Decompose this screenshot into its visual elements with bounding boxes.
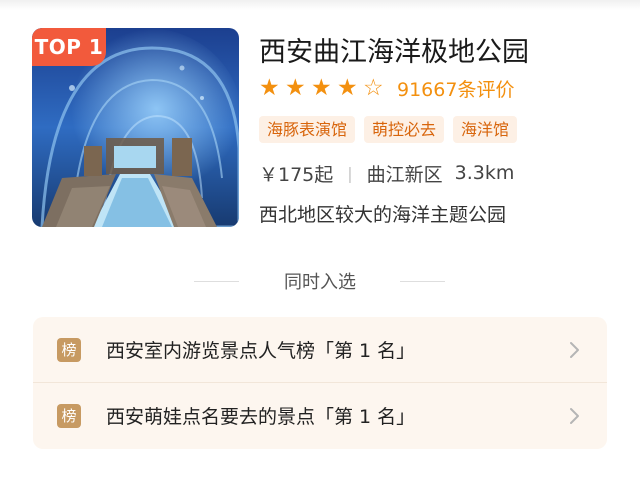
ranking-list-item[interactable]: 榜 西安萌娃点名要去的景点「第 1 名」	[33, 383, 607, 449]
header-divider-right	[400, 281, 445, 282]
attraction-description: 西北地区较大的海洋主题公园	[259, 204, 507, 226]
ranking-list-item[interactable]: 榜 西安室内游览景点人气榜「第 1 名」	[33, 317, 607, 383]
ranking-icon: 榜	[57, 404, 81, 428]
attraction-thumbnail[interactable]: TOP 1	[32, 28, 239, 227]
tag: 海洋馆	[453, 116, 518, 143]
star-icon: ★	[311, 75, 332, 101]
review-count[interactable]: 91667条评价	[397, 75, 514, 102]
meta-separator: |	[347, 163, 353, 183]
star-icon: ★	[259, 75, 280, 101]
attraction-title[interactable]: 西安曲江海洋极地公园	[259, 30, 529, 69]
price: ￥175起	[259, 163, 334, 186]
rating-row: ★ ★ ★ ★ ☆ 91667条评价	[259, 74, 514, 102]
chevron-right-icon	[570, 342, 579, 358]
star-empty-icon: ☆	[363, 75, 384, 101]
star-icon: ★	[337, 75, 358, 101]
tag-list: 海豚表演馆 萌控必去 海洋馆	[259, 116, 518, 143]
top-divider-shadow	[0, 0, 640, 10]
ranking-list: 榜 西安室内游览景点人气榜「第 1 名」 榜 西安萌娃点名要去的景点「第 1 名…	[33, 317, 607, 449]
tag: 萌控必去	[364, 116, 445, 143]
chevron-right-icon	[570, 408, 579, 424]
distance: 3.3km	[454, 162, 515, 184]
ranking-icon: 榜	[57, 338, 81, 362]
attraction-card[interactable]: TOP 1 西安曲江海洋极地公园 ★ ★ ★ ★ ☆ 91667条评价 海豚表演…	[32, 28, 612, 228]
ranking-item-label: 西安萌娃点名要去的景点「第 1 名」	[106, 406, 416, 428]
star-icon: ★	[285, 75, 306, 101]
also-listed-heading: 同时入选	[284, 272, 356, 293]
district: 曲江新区	[366, 163, 443, 186]
also-listed-header: 同时入选	[0, 266, 640, 296]
rank-badge: TOP 1	[32, 28, 106, 66]
price-location-row: ￥175起 | 曲江新区 3.3km	[259, 159, 514, 187]
ranking-item-label: 西安室内游览景点人气榜「第 1 名」	[106, 340, 416, 362]
tag: 海豚表演馆	[259, 116, 356, 143]
